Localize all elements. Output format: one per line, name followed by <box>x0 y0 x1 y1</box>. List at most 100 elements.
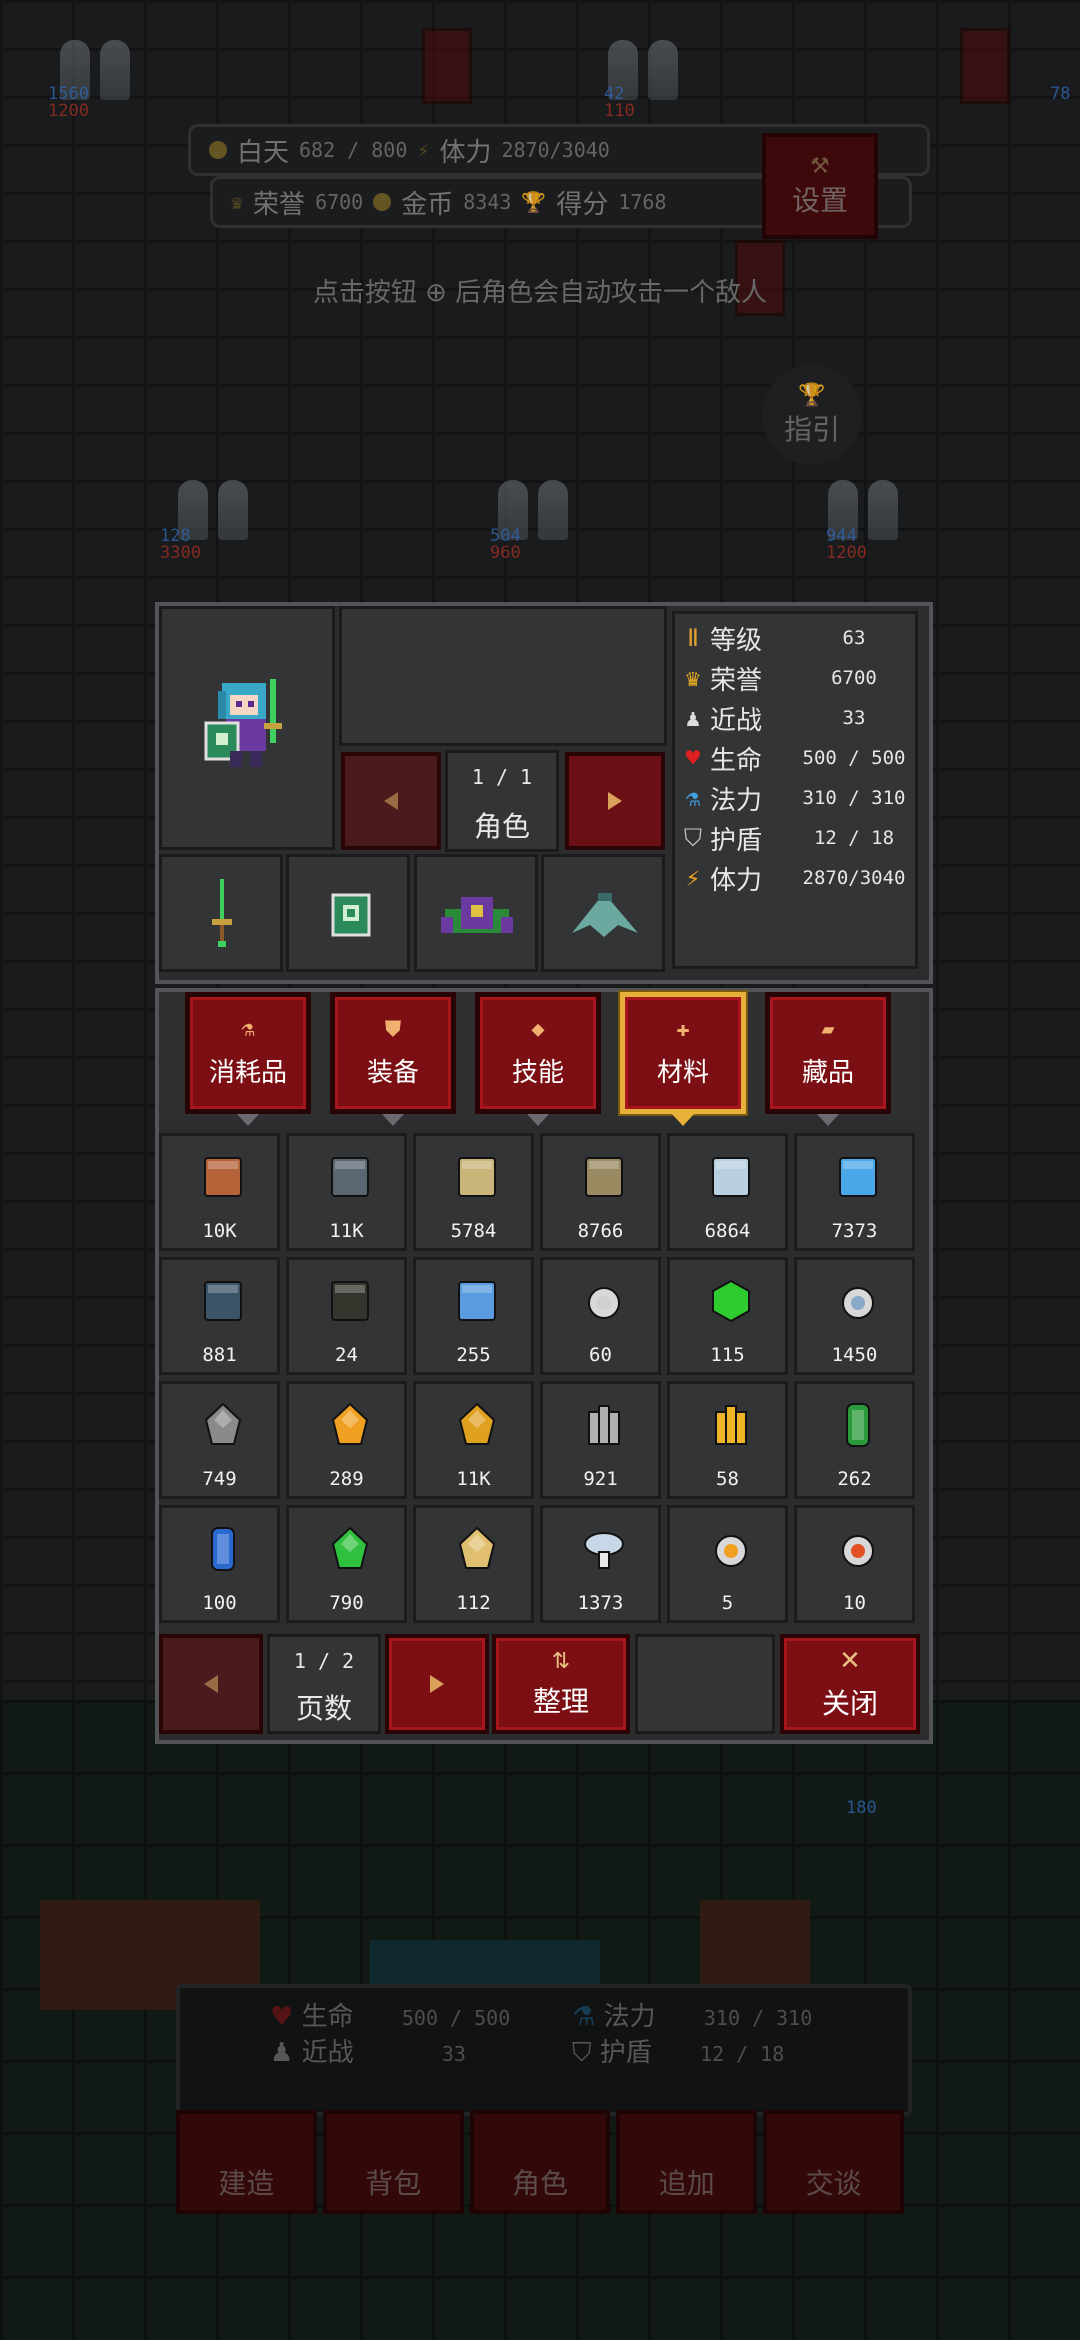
inventory-slot[interactable]: 10 <box>794 1505 915 1623</box>
tab-label: 消耗品 <box>208 1058 287 1088</box>
mushroom-icon <box>584 1532 624 1569</box>
stat-row: ♛ 荣誉 6700 <box>682 660 910 696</box>
character-portrait-slot[interactable] <box>159 606 335 850</box>
cape-slot[interactable] <box>541 854 665 972</box>
stat-value: 33 <box>842 707 866 729</box>
item-count: 24 <box>335 1344 358 1366</box>
stat-row: Ⅱ 等级 63 <box>682 620 910 656</box>
armor-slot[interactable] <box>414 854 538 972</box>
item-count: 112 <box>456 1592 491 1614</box>
stat-value: 500 / 500 <box>802 747 906 769</box>
close-button[interactable]: ✕ 关闭 <box>780 1634 920 1734</box>
item-count: 8766 <box>577 1220 624 1242</box>
item-count: 749 <box>202 1468 237 1490</box>
heart-icon: ♥ <box>685 744 701 772</box>
tab-label: 装备 <box>366 1058 419 1088</box>
cape-icon <box>572 893 638 937</box>
item-count: 790 <box>329 1592 364 1614</box>
character-page-label: 角色 <box>473 810 530 843</box>
arrow-left-icon <box>384 792 398 810</box>
tab-label: 技能 <box>511 1058 564 1088</box>
inventory-slot[interactable]: 5784 <box>413 1133 534 1251</box>
tab-flask[interactable]: ⚗ 消耗品 <box>185 992 311 1114</box>
tab-shield-tab[interactable]: ⛊ 装备 <box>330 992 456 1114</box>
inventory-slot[interactable]: 115 <box>667 1257 788 1375</box>
tab-label: 藏品 <box>801 1058 854 1088</box>
sort-button[interactable]: ⇅ 整理 <box>492 1634 630 1734</box>
item-count: 11K <box>456 1468 491 1490</box>
topaz-crystal-icon <box>458 1526 496 1569</box>
armor-icon <box>441 897 513 933</box>
sapphire-gem-icon <box>211 1527 235 1571</box>
arrow-right-icon <box>608 792 622 810</box>
item-count: 921 <box>583 1468 618 1490</box>
inventory-slot[interactable]: 11K <box>413 1381 534 1499</box>
empty-footer-slot <box>635 1634 775 1734</box>
stat-name: 荣誉 <box>710 665 763 696</box>
item-count: 262 <box>837 1468 872 1490</box>
inventory-slot[interactable]: 255 <box>413 1257 534 1375</box>
inventory-slot[interactable]: 10K <box>159 1133 280 1251</box>
item-count: 5784 <box>450 1220 497 1242</box>
stat-row: ⛉ 护盾 12 / 18 <box>682 820 910 856</box>
inventory-slot[interactable]: 881 <box>159 1257 280 1375</box>
ice-block-icon <box>839 1157 877 1197</box>
sand-block-icon <box>458 1157 496 1197</box>
close-icon: ✕ <box>839 1646 861 1676</box>
inventory-slot[interactable]: 7373 <box>794 1133 915 1251</box>
inventory-slot[interactable]: 8766 <box>540 1133 661 1251</box>
close-label: 关闭 <box>821 1687 878 1720</box>
inventory-slot[interactable]: 921 <box>540 1381 661 1499</box>
inventory-slot[interactable]: 11K <box>286 1133 407 1251</box>
stat-value: 63 <box>842 627 866 649</box>
tab-pointer-icon <box>237 1114 259 1126</box>
token-red-icon <box>842 1535 874 1567</box>
stat-value: 2870/3040 <box>802 867 906 889</box>
next-page-button[interactable] <box>385 1634 489 1734</box>
stat-name: 生命 <box>710 745 763 776</box>
stat-row: ⚡ 体力 2870/3040 <box>682 860 910 896</box>
inventory-slot[interactable]: 790 <box>286 1505 407 1623</box>
emerald-cube-icon <box>712 1279 750 1323</box>
inventory-slot[interactable]: 24 <box>286 1257 407 1375</box>
inventory-slot[interactable]: 749 <box>159 1381 280 1499</box>
arrow-right-icon <box>430 1675 444 1693</box>
tab-diamond[interactable]: ◆ 技能 <box>475 992 601 1114</box>
inventory-slot[interactable]: 5 <box>667 1505 788 1623</box>
inventory-slot[interactable]: 100 <box>159 1505 280 1623</box>
stat-value: 310 / 310 <box>802 787 906 809</box>
page-number: 1 / 2 <box>293 1649 355 1673</box>
silver-ingot-icon <box>588 1405 620 1445</box>
inventory-slot[interactable]: 60 <box>540 1257 661 1375</box>
offhand-slot[interactable] <box>286 854 410 972</box>
item-count: 1450 <box>831 1344 878 1366</box>
tab-pointer-icon <box>817 1114 839 1126</box>
glass-block-icon <box>712 1157 750 1197</box>
stat-name: 近战 <box>710 705 763 736</box>
melee-icon: ♟ <box>685 704 701 732</box>
shield-icon: ⛉ <box>684 824 702 852</box>
gold-ore-icon <box>331 1402 369 1445</box>
inventory-slot[interactable]: 289 <box>286 1381 407 1499</box>
character-page-indicator: 1 / 1 角色 <box>445 750 559 852</box>
tab-cross[interactable]: ✚ 材料 <box>620 992 746 1114</box>
tab-label: 材料 <box>656 1058 709 1088</box>
inventory-slot[interactable]: 1373 <box>540 1505 661 1623</box>
iron-block-icon <box>331 1157 369 1197</box>
gold-ingot-icon <box>715 1405 747 1445</box>
next-character-button[interactable] <box>565 752 665 850</box>
inventory-slot[interactable]: 1450 <box>794 1257 915 1375</box>
inventory-slot[interactable]: 112 <box>413 1505 534 1623</box>
token-icon <box>715 1535 747 1567</box>
hero-avatar-icon <box>204 679 282 767</box>
inventory-slot[interactable]: 262 <box>794 1381 915 1499</box>
prev-character-button[interactable] <box>341 752 441 850</box>
tab-scroll[interactable]: ▰ 藏品 <box>765 992 891 1114</box>
prev-page-button[interactable] <box>159 1634 263 1734</box>
item-count: 11K <box>329 1220 364 1242</box>
inventory-slot[interactable]: 58 <box>667 1381 788 1499</box>
item-count: 115 <box>710 1344 745 1366</box>
inventory-slot[interactable]: 6864 <box>667 1133 788 1251</box>
gear-orb-icon <box>842 1287 874 1319</box>
weapon-slot[interactable] <box>159 854 283 972</box>
